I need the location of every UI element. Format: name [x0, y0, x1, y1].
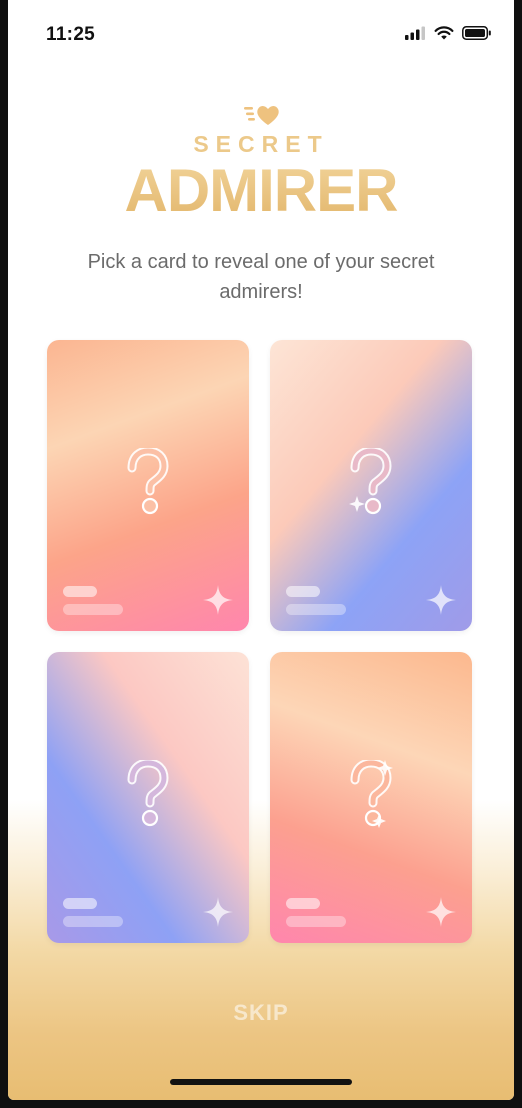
card-placeholder-line: [286, 898, 320, 909]
card-placeholder-line: [63, 604, 123, 615]
mystery-card-3[interactable]: [47, 652, 249, 943]
question-mark-icon: [350, 760, 393, 828]
question-mark-icon: [349, 448, 392, 515]
title-secret: SECRET: [193, 131, 329, 157]
card-placeholder-line: [286, 586, 320, 597]
status-time: 11:25: [46, 24, 96, 45]
subtitle: Pick a card to reveal one of your secret…: [87, 251, 435, 303]
wifi-icon: [434, 26, 454, 40]
signal-icon: [405, 26, 425, 40]
title-admirer: ADMIRER: [8, 156, 514, 225]
mystery-card-1[interactable]: [47, 340, 249, 631]
status-icons: [404, 26, 492, 40]
sparkle-icon: [426, 585, 456, 615]
mystery-card-2[interactable]: [270, 340, 472, 631]
sparkle-icon: [203, 585, 233, 615]
card-placeholder-line: [63, 586, 97, 597]
sparkle-icon: [203, 897, 233, 927]
flying-heart-icon: [244, 106, 279, 125]
card-placeholder-line: [286, 916, 346, 927]
card-placeholder-line: [286, 604, 346, 615]
card-placeholder-line: [63, 916, 123, 927]
home-indicator[interactable]: [170, 1079, 352, 1085]
mystery-card-4[interactable]: [270, 652, 472, 943]
skip-button[interactable]: SKIP: [8, 1000, 514, 1026]
question-mark-icon: [127, 760, 169, 827]
screen: 11:25 SECRET ADMIRER Pick a card to reve…: [8, 0, 514, 1100]
card-placeholder-line: [63, 898, 97, 909]
sparkle-icon: [426, 897, 456, 927]
status-bar: 11:25: [8, 0, 514, 70]
battery-icon: [462, 26, 491, 40]
question-mark-icon: [127, 448, 169, 515]
